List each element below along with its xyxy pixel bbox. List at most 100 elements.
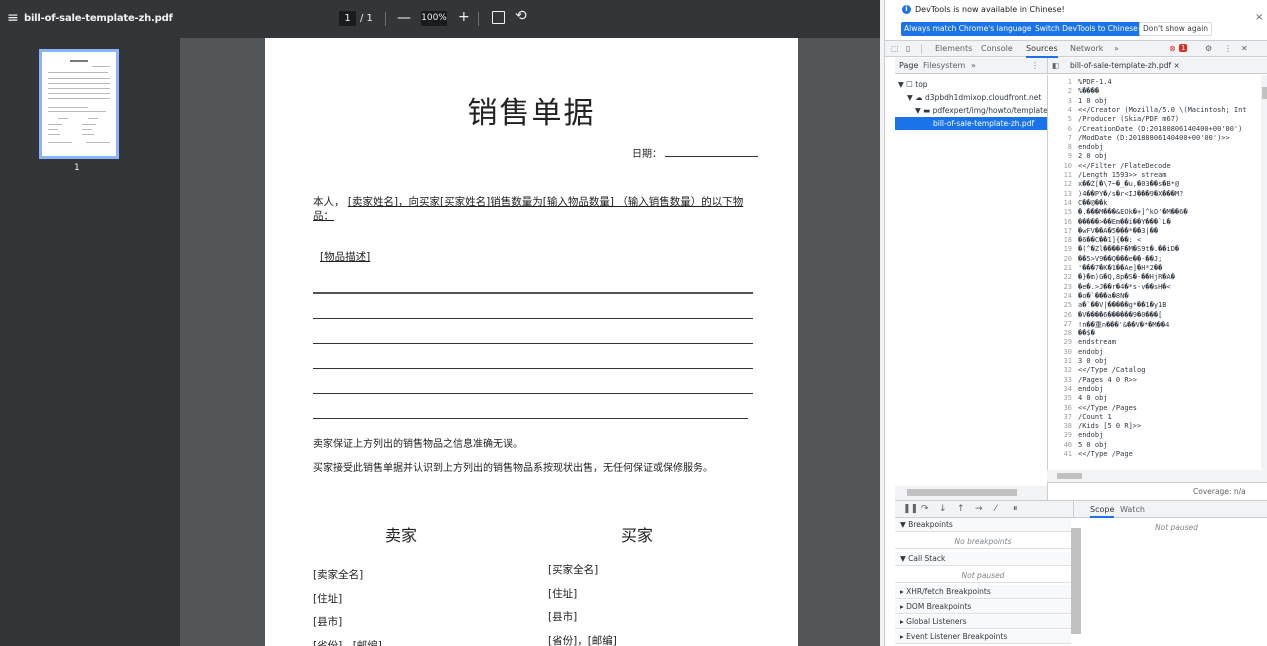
match-language-button[interactable]: Always match Chrome's language <box>901 22 1035 36</box>
line-number[interactable]: 24 <box>1048 292 1072 300</box>
line-number[interactable]: 1 <box>1048 78 1072 86</box>
code-line[interactable]: �.���M���&EOk�+]^kO'�M��6� <box>1078 208 1188 216</box>
code-line[interactable]: <</Creator (Mozilla/5.0 \(Macintosh; Int <box>1078 106 1247 114</box>
zoom-out-button[interactable]: — <box>397 10 411 26</box>
error-count[interactable]: 1 <box>1179 44 1188 52</box>
tab-watch[interactable]: Watch <box>1120 505 1145 514</box>
code-line[interactable]: <</Filter /FlateDecode <box>1078 162 1171 170</box>
call-stack-header[interactable]: ▼ Call Stack <box>895 552 1071 566</box>
line-number[interactable]: 4 <box>1048 106 1072 114</box>
code-line[interactable]: ��$� <box>1078 329 1095 337</box>
code-line[interactable]: C��@��k <box>1078 199 1108 207</box>
line-number[interactable]: 6 <box>1048 125 1072 133</box>
code-line[interactable]: <</Type /Catalog <box>1078 366 1145 374</box>
code-line[interactable]: �V����6������9�0���[ <box>1078 311 1162 319</box>
line-number[interactable]: 13 <box>1048 190 1072 198</box>
code-line[interactable]: /Kids [5 0 R]>> <box>1078 422 1141 430</box>
code-line[interactable]: 3 0 obj <box>1078 357 1108 365</box>
tab-scope[interactable]: Scope <box>1090 505 1115 518</box>
line-number[interactable]: 38 <box>1048 422 1072 430</box>
step-over-icon[interactable]: ↷ <box>921 504 929 514</box>
pause-on-exceptions-icon[interactable]: ⏸ <box>1013 504 1018 514</box>
navigator-menu-icon[interactable]: ⋮ <box>1031 61 1039 70</box>
step-into-icon[interactable]: ↓ <box>939 504 947 514</box>
code-line[interactable]: %���� <box>1078 87 1099 95</box>
line-number[interactable]: 34 <box>1048 385 1072 393</box>
line-number[interactable]: 9 <box>1048 152 1072 160</box>
code-line[interactable]: endobj <box>1078 431 1103 439</box>
code-line[interactable]: �(^�Zl����F�M�S9t�.��iD� <box>1078 245 1179 253</box>
menu-icon[interactable]: ≡ <box>7 11 19 25</box>
code-line[interactable]: a�`��V|�����g*��1�y1B <box>1078 301 1167 309</box>
navigator-horizontal-scrollbar[interactable] <box>895 486 1047 500</box>
page-number-input[interactable]: 1 <box>339 11 356 26</box>
editor-horizontal-scrollbar[interactable] <box>1047 470 1267 482</box>
debugger-scrollbar[interactable] <box>1071 528 1081 634</box>
line-number[interactable]: 29 <box>1048 338 1072 346</box>
line-number[interactable]: 14 <box>1048 199 1072 207</box>
line-number[interactable]: 10 <box>1048 162 1072 170</box>
tree-item-file[interactable]: bill-of-sale-template-zh.pdf <box>895 117 1047 130</box>
line-number[interactable]: 22 <box>1048 273 1072 281</box>
tab-sources[interactable]: Sources <box>1026 44 1058 58</box>
page-thumbnail[interactable] <box>39 49 119 159</box>
device-toggle-icon[interactable]: ▯ <box>906 44 910 53</box>
code-line[interactable]: endobj <box>1078 385 1103 393</box>
line-number[interactable]: 12 <box>1048 180 1072 188</box>
code-line[interactable]: )4��PY�/s�r<IJ���9�X���M? <box>1078 190 1183 198</box>
line-number[interactable]: 7 <box>1048 134 1072 142</box>
code-editor[interactable]: 1 %PDF-1.4 2 %���� 3 1 0 obj 4 <</Creator (Mozi… <box>1047 75 1261 470</box>
rotate-icon[interactable]: ⟲ <box>515 8 527 24</box>
line-number[interactable]: 26 <box>1048 311 1072 319</box>
line-number[interactable]: 3 <box>1048 97 1072 105</box>
tab-filesystem[interactable]: Filesystem <box>923 61 965 70</box>
line-number[interactable]: 33 <box>1048 376 1072 384</box>
error-icon[interactable]: ⊗ <box>1169 44 1176 53</box>
line-number[interactable]: 20 <box>1048 255 1072 263</box>
code-line[interactable]: /Length 1593>> stream <box>1078 171 1167 179</box>
code-line[interactable]: <</Type /Page <box>1078 450 1133 458</box>
more-tabs-icon[interactable]: » <box>1114 44 1119 53</box>
line-number[interactable]: 39 <box>1048 431 1072 439</box>
code-line[interactable]: /Producer (Skia/PDF m67) <box>1078 115 1179 123</box>
editor-scrollbar[interactable] <box>1261 75 1267 470</box>
code-line[interactable]: �e�.>J��r�4�*s-v��sH�< <box>1078 283 1171 291</box>
line-number[interactable]: 11 <box>1048 171 1072 179</box>
line-number[interactable]: 28 <box>1048 329 1072 337</box>
tab-console[interactable]: Console <box>981 44 1013 53</box>
line-number[interactable]: 5 <box>1048 115 1072 123</box>
line-number[interactable]: 32 <box>1048 366 1072 374</box>
line-number[interactable]: 35 <box>1048 394 1072 402</box>
tab-elements[interactable]: Elements <box>935 44 972 53</box>
code-line[interactable]: '���7�K�1��Ae]�H*2�� <box>1078 264 1162 272</box>
dont-show-again-button[interactable]: Don't show again <box>1139 22 1213 36</box>
fit-page-icon[interactable] <box>492 11 505 24</box>
breakpoints-header[interactable]: ▼ Breakpoints <box>895 518 1071 532</box>
pause-icon[interactable]: ❚❚ <box>903 504 918 514</box>
switch-language-button[interactable]: Switch DevTools to Chinese <box>1032 22 1141 36</box>
more-navigator-icon[interactable]: » <box>971 61 976 70</box>
step-icon[interactable]: → <box>975 504 983 514</box>
code-line[interactable]: �����>��Em��i��Y���`L� <box>1078 218 1171 226</box>
deactivate-breakpoints-icon[interactable]: ⁄ <box>995 504 997 514</box>
line-number[interactable]: 8 <box>1048 143 1072 151</box>
code-line[interactable]: 2 0 obj <box>1078 152 1108 160</box>
code-line[interactable]: /ModDate (D:20180806140400+00'00')>> <box>1078 134 1230 142</box>
xhr-breakpoints-header[interactable]: ▸ XHR/fetch Breakpoints <box>895 585 1071 599</box>
tree-item-domain[interactable]: ▼ ☁ d3pbdh1dmixop.cloudfront.net <box>895 91 1047 104</box>
line-number[interactable]: 16 <box>1048 218 1072 226</box>
code-line[interactable]: 1 0 obj <box>1078 97 1108 105</box>
code-line[interactable]: �}�m)G�Q,8p�S�-��HjR�A� <box>1078 273 1175 281</box>
tree-item-folder[interactable]: ▼ ▬ pdfexpert/img/howto/template <box>895 104 1047 117</box>
line-number[interactable]: 15 <box>1048 208 1072 216</box>
code-line[interactable]: /Count 1 <box>1078 413 1112 421</box>
dom-breakpoints-header[interactable]: ▸ DOM Breakpoints <box>895 600 1071 614</box>
line-number[interactable]: 23 <box>1048 283 1072 291</box>
code-line[interactable]: /CreationDate (D:20180806140400+00'00') <box>1078 125 1242 133</box>
code-line[interactable]: x��Z[�\7~�_�u,�03��s�B*@ <box>1078 180 1179 188</box>
zoom-in-button[interactable]: + <box>458 9 470 25</box>
tree-item-top[interactable]: ▼ ☐ top <box>895 78 1047 91</box>
zoom-level-input[interactable]: 100% <box>421 11 447 26</box>
inspect-icon[interactable]: ⬚ <box>891 44 899 53</box>
code-line[interactable]: 4 0 obj <box>1078 394 1108 402</box>
